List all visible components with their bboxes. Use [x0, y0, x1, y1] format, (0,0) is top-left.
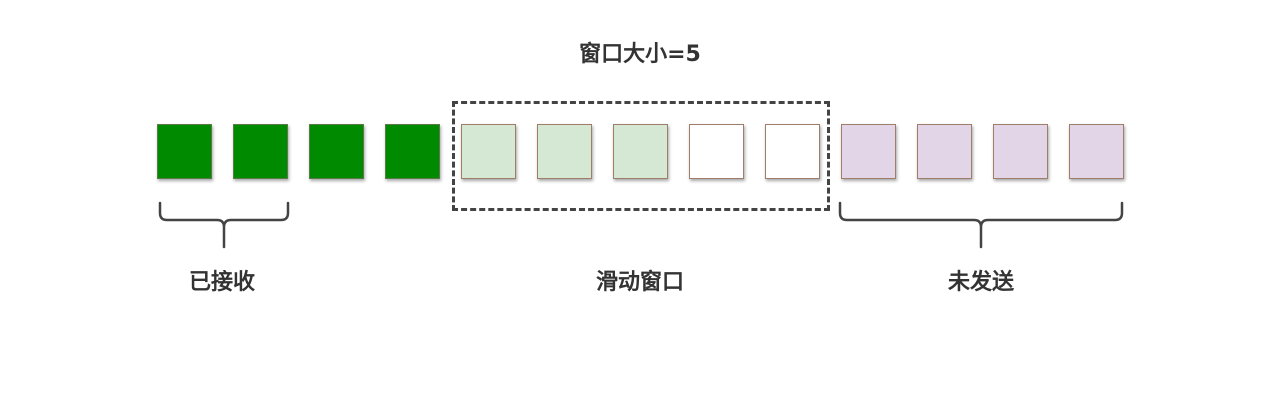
received-label: 已接收: [188, 270, 256, 295]
sequence-cell-unsent: [993, 124, 1048, 179]
window-size-title: 窗口大小=5: [579, 42, 701, 67]
sequence-cell-unsent: [841, 124, 896, 179]
sequence-cell-received: [157, 124, 212, 179]
sliding-window-label: 滑动窗口: [595, 270, 685, 295]
sequence-cell-received: [309, 124, 364, 179]
unsent-label: 未发送: [947, 270, 1015, 295]
sequence-cell-unsent: [917, 124, 972, 179]
sliding-window-diagram: 窗口大小=5 已接收 滑动窗口 未发送: [0, 0, 1280, 407]
sequence-cell-unsent: [1069, 124, 1124, 179]
sequence-cell-received: [233, 124, 288, 179]
sequence-cell-received: [385, 124, 440, 179]
sliding-window-frame: [452, 101, 830, 211]
received-brace: [158, 201, 290, 249]
unsent-brace: [838, 201, 1124, 249]
